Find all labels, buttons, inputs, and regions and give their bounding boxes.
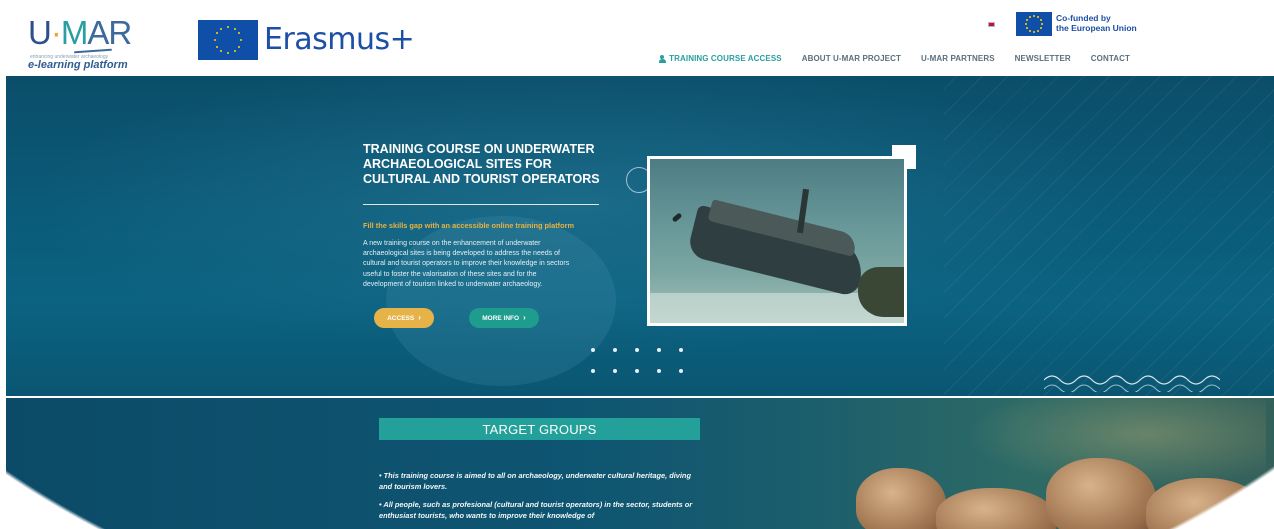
- nav-partners[interactable]: U-MAR PARTNERS: [921, 54, 995, 63]
- star-icon: [1026, 19, 1029, 22]
- star-icon: [220, 27, 223, 30]
- slider-dot[interactable]: [613, 348, 617, 352]
- nav-label: CONTACT: [1090, 54, 1130, 63]
- main-nav: TRAINING COURSE ACCESS ABOUT U-MAR PROJE…: [658, 54, 1130, 63]
- nav-about-project[interactable]: ABOUT U-MAR PROJECT: [802, 54, 901, 63]
- star-icon: [238, 32, 241, 35]
- list-item: • All people, such as profesional (cultu…: [379, 500, 693, 520]
- star-icon: [213, 39, 216, 41]
- site-header: U·MAR enhancing underwater archaeology e…: [0, 0, 1274, 76]
- slider-dot[interactable]: [679, 348, 683, 352]
- coastal-rocks-image: [846, 458, 1274, 529]
- shipwreck-photo: [647, 156, 907, 326]
- nav-label: ABOUT U-MAR PROJECT: [801, 54, 901, 63]
- decorative-stripes: [944, 76, 1274, 396]
- nav-contact[interactable]: CONTACT: [1091, 54, 1130, 63]
- target-groups-section: TARGET GROUPS • This training course is …: [6, 398, 1274, 529]
- rock-shape: [936, 488, 1056, 529]
- access-button-label: ACCESS: [387, 314, 415, 322]
- u-mar-logo[interactable]: U·MAR enhancing underwater archaeology e…: [28, 14, 132, 72]
- nav-label: TRAINING COURSE ACCESS: [669, 54, 782, 63]
- slider-dot[interactable]: [635, 348, 639, 352]
- nav-training-course-access[interactable]: TRAINING COURSE ACCESS: [658, 54, 782, 63]
- hero-tagline: Fill the skills gap with an accessible o…: [363, 221, 575, 230]
- slider-dot[interactable]: [613, 369, 617, 373]
- logo-wordmark-text: U·MAR: [28, 14, 132, 51]
- star-icon: [215, 45, 218, 48]
- cofunded-line-1: Co-funded by: [1056, 13, 1111, 23]
- star-icon: [1026, 26, 1029, 29]
- hero-title: TRAINING COURSE ON UNDERWATER ARCHAEOLOG…: [363, 142, 600, 186]
- star-icon: [1033, 15, 1035, 18]
- slider-dot[interactable]: [591, 348, 595, 352]
- nav-label: U-MAR PARTNERS: [920, 54, 995, 63]
- slider-dot[interactable]: [657, 369, 661, 373]
- more-info-button[interactable]: MORE INFO ›: [469, 308, 539, 328]
- chevron-right-icon: ›: [523, 313, 526, 322]
- star-icon: [233, 27, 236, 30]
- star-icon: [215, 32, 218, 35]
- star-icon: [1039, 19, 1042, 22]
- uk-flag-icon[interactable]: [988, 22, 995, 27]
- eu-flag-icon: [198, 20, 258, 60]
- eu-flag-icon: [1016, 12, 1052, 36]
- rock-shape: [1146, 478, 1266, 529]
- chevron-right-icon: ›: [418, 313, 421, 322]
- slider-dot[interactable]: [635, 369, 639, 373]
- star-icon: [227, 52, 229, 55]
- user-icon: [658, 54, 666, 63]
- slider-dots: [591, 348, 701, 373]
- hero-slider: TRAINING COURSE ON UNDERWATER ARCHAEOLOG…: [6, 76, 1274, 396]
- star-icon: [1033, 30, 1035, 33]
- nav-newsletter[interactable]: NEWSLETTER: [1015, 54, 1071, 63]
- star-icon: [1029, 29, 1032, 32]
- logo-subtitle: e-learning platform: [28, 59, 128, 71]
- rock-shape: [1046, 458, 1156, 529]
- list-item: • This training course is aimed to all o…: [379, 471, 691, 491]
- more-info-button-label: MORE INFO: [482, 314, 520, 322]
- erasmus-wordmark: Erasmus+: [264, 22, 415, 57]
- hero-divider: [363, 204, 599, 205]
- star-icon: [238, 45, 241, 48]
- rock-shape: [856, 468, 946, 529]
- star-icon: [233, 50, 236, 53]
- star-icon: [240, 39, 243, 41]
- star-icon: [1029, 16, 1032, 19]
- star-icon: [1036, 29, 1039, 32]
- star-icon: [1039, 26, 1042, 29]
- star-icon: [1040, 23, 1043, 25]
- cofunded-text: Co-funded by the European Union: [1056, 13, 1137, 33]
- slider-dot[interactable]: [591, 369, 595, 373]
- cofunded-line-2: the European Union: [1056, 23, 1137, 33]
- decorative-waves: [1044, 375, 1220, 392]
- star-icon: [1036, 16, 1039, 19]
- star-icon: [227, 25, 229, 28]
- nav-label: NEWSLETTER: [1014, 54, 1071, 63]
- access-button[interactable]: ACCESS ›: [374, 308, 434, 328]
- target-groups-title: TARGET GROUPS: [482, 421, 597, 437]
- logo-wordmark: U·MAR: [28, 14, 132, 52]
- photo-diver: [671, 212, 683, 223]
- hero-description: A new training course on the enhancement…: [363, 240, 570, 288]
- slider-dot[interactable]: [679, 369, 683, 373]
- star-icon: [1025, 23, 1028, 25]
- slider-dot[interactable]: [657, 348, 661, 352]
- target-groups-list: • This training course is aimed to all o…: [379, 470, 699, 528]
- target-groups-header: TARGET GROUPS: [379, 418, 700, 440]
- star-icon: [220, 50, 223, 53]
- photo-rock: [858, 267, 904, 317]
